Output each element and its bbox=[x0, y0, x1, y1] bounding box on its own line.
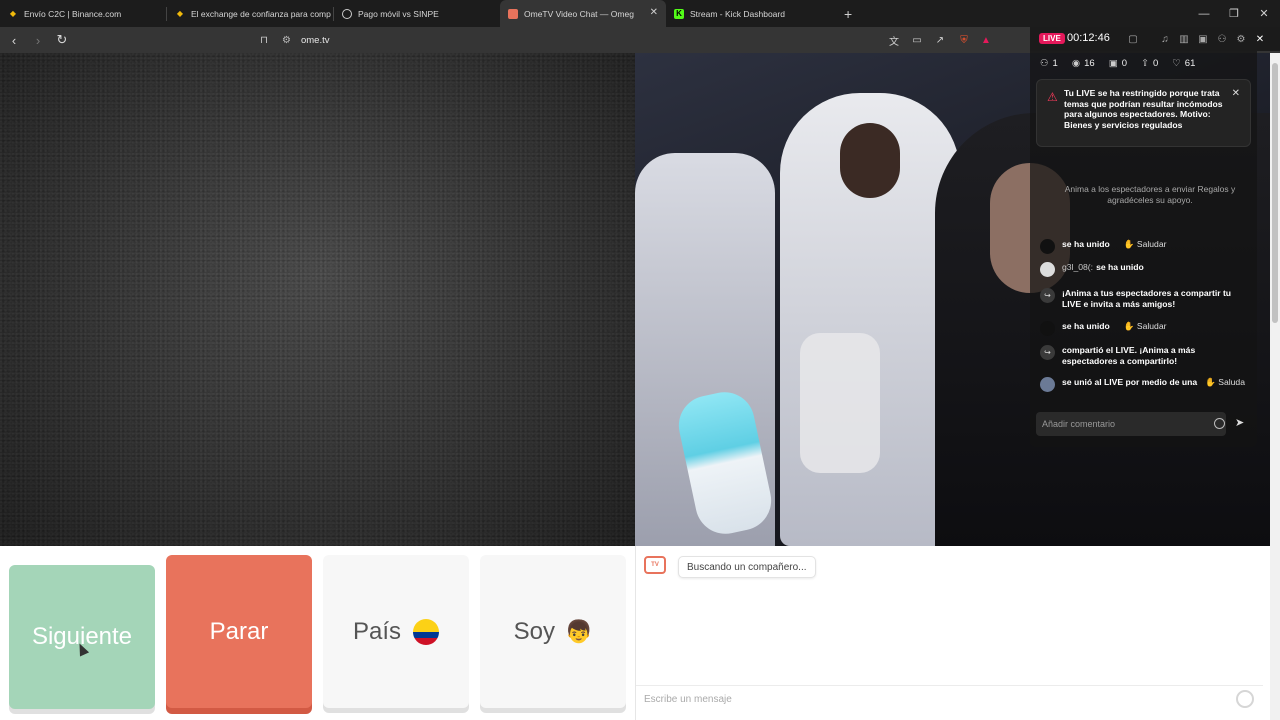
people-icon: ⚇ bbox=[1040, 58, 1049, 69]
tab-title: Envío C2C | Binance.com bbox=[24, 8, 122, 19]
tab-title: El exchange de confianza para comp bbox=[191, 8, 331, 19]
warning-icon: ⚠ bbox=[1047, 90, 1058, 104]
ometv-icon bbox=[508, 8, 518, 19]
close-window-icon[interactable]: ✕ bbox=[1248, 0, 1280, 27]
reload-icon[interactable]: ↻ bbox=[52, 30, 72, 50]
url-text: ome.tv bbox=[300, 34, 330, 46]
new-tab-button[interactable]: + bbox=[832, 6, 864, 22]
avatar bbox=[1040, 321, 1055, 336]
gender-label: Soy bbox=[513, 617, 555, 645]
minimize-icon[interactable]: — bbox=[1188, 0, 1220, 27]
tab-title: Stream - Kick Dashboard bbox=[690, 8, 785, 19]
music-icon[interactable]: ♫ bbox=[1158, 32, 1172, 46]
gift-icon: ▣ bbox=[1108, 58, 1118, 69]
person-center-face bbox=[840, 123, 900, 198]
share-icon: ↪ bbox=[1040, 345, 1055, 360]
feed-item: ↪ ¡Anima a tus espectadores a compartir … bbox=[1040, 288, 1255, 310]
wave-button[interactable]: ✋ Saludar bbox=[1124, 321, 1167, 332]
static-noise bbox=[0, 53, 635, 546]
boy-face-icon: 👦 bbox=[564, 618, 593, 644]
camera-icon[interactable]: ▢ bbox=[1126, 32, 1140, 46]
close-live-icon[interactable]: ✕ bbox=[1253, 32, 1267, 46]
bookmark-icon[interactable]: ⊓ bbox=[256, 32, 272, 48]
page-scrollbar[interactable] bbox=[1270, 53, 1280, 720]
people-icon[interactable]: ⚇ bbox=[1215, 32, 1229, 46]
country-label: País bbox=[352, 617, 402, 645]
country-button[interactable]: País bbox=[323, 555, 469, 708]
tab-binance-exchange[interactable]: ◆ El exchange de confianza para comp bbox=[167, 0, 333, 27]
feed-item: g3l_08(: se ha unido bbox=[1040, 262, 1255, 277]
plastic-bag bbox=[800, 333, 880, 473]
send-icon[interactable]: ➤ bbox=[1235, 416, 1244, 429]
feed-item: se unió al LIVE por medio de una ✋ Salud… bbox=[1040, 377, 1255, 392]
live-stats: ⚇ 1 ◉ 16 ▣ 0 ⇪ 0 ♡ 61 bbox=[1040, 58, 1195, 69]
feed-item: se ha unido ✋ Saludar bbox=[1040, 321, 1255, 336]
heart-icon: ♡ bbox=[1172, 58, 1181, 69]
live-timer: 00:12:46 bbox=[1067, 32, 1110, 44]
next-button[interactable]: Siguiente bbox=[9, 565, 155, 709]
tab-pago-movil[interactable]: Pago móvil vs SINPE bbox=[334, 0, 500, 27]
address-bar[interactable]: ⚙ ome.tv bbox=[282, 32, 329, 48]
close-tab-icon[interactable]: ✕ bbox=[650, 7, 658, 18]
gender-button[interactable]: Soy 👦 bbox=[480, 555, 626, 708]
avatar bbox=[1040, 262, 1055, 277]
stat-shares: ⇪ 0 bbox=[1140, 58, 1159, 69]
translate-icon[interactable]: 文 bbox=[886, 32, 902, 48]
emoji-icon[interactable] bbox=[1236, 690, 1254, 708]
share-icon[interactable]: ↗ bbox=[932, 32, 948, 48]
feed-item: ↪ compartió el LIVE. ¡Anima a más espect… bbox=[1040, 345, 1255, 367]
brave-shield-icon[interactable]: ⛨ bbox=[956, 32, 972, 48]
avatar bbox=[1040, 377, 1055, 392]
live-studio-overlay: LIVE 00:12:46 ▢ ♫ ▥ ▣ ⚇ ⚙ ✕ ⚇ 1 ◉ 16 ▣ 0 ⇪ 0… bbox=[1030, 27, 1280, 447]
binance-icon: ◆ bbox=[9, 9, 17, 18]
stop-button[interactable]: Parar bbox=[166, 555, 312, 708]
stat-joined: ⚇ 1 bbox=[1040, 58, 1058, 69]
partner-video-static bbox=[0, 53, 635, 546]
site-info-icon[interactable]: ⚙ bbox=[282, 35, 291, 46]
tab-ometv[interactable]: OmeTV Video Chat — Omeg ✕ bbox=[500, 0, 666, 27]
restriction-warning: ⚠ Tu LIVE se ha restringido porque trata… bbox=[1036, 79, 1251, 147]
share-icon: ↪ bbox=[1040, 288, 1055, 303]
live-badge: LIVE bbox=[1039, 33, 1065, 44]
colombia-flag-icon bbox=[413, 618, 440, 645]
searching-message: Buscando un compañero... bbox=[678, 556, 816, 578]
chat-panel: TV Buscando un compañero... Escribe un m… bbox=[635, 546, 1263, 720]
layout-icon[interactable]: ▥ bbox=[1177, 32, 1191, 46]
comment-input[interactable]: Añadir comentario bbox=[1036, 412, 1226, 436]
settings-icon[interactable]: ⚙ bbox=[1234, 32, 1248, 46]
feed-item: se ha unido ✋ Saludar bbox=[1040, 239, 1255, 254]
tab-kick-dashboard[interactable]: K Stream - Kick Dashboard bbox=[666, 0, 832, 27]
stop-label: Parar bbox=[209, 617, 269, 645]
stat-gifts: ▣ 0 bbox=[1108, 58, 1127, 69]
globe-icon bbox=[342, 8, 352, 19]
kick-icon: K bbox=[674, 8, 684, 19]
tab-title: OmeTV Video Chat — Omeg bbox=[524, 8, 634, 19]
tab-binance-c2c[interactable]: ◆ Envío C2C | Binance.com bbox=[0, 0, 166, 27]
wave-button[interactable]: ✋ Saludar bbox=[1124, 239, 1167, 250]
close-warning-icon[interactable]: ✕ bbox=[1232, 88, 1240, 99]
binance-icon: ◆ bbox=[176, 9, 184, 18]
stat-likes: ♡ 61 bbox=[1172, 58, 1196, 69]
emoji-icon[interactable] bbox=[1214, 418, 1225, 429]
eye-icon: ◉ bbox=[1071, 58, 1081, 69]
avatar bbox=[1040, 239, 1055, 254]
message-input[interactable]: Escribe un mensaje bbox=[636, 685, 1263, 713]
restore-icon[interactable]: ❐ bbox=[1218, 0, 1250, 27]
encourage-gifts-text: Anima a los espectadores a enviar Regalo… bbox=[1064, 184, 1236, 205]
share-icon: ⇪ bbox=[1140, 58, 1149, 69]
warning-text: Tu LIVE se ha restringido porque trata t… bbox=[1064, 88, 1223, 130]
back-icon[interactable]: ‹ bbox=[4, 30, 24, 50]
gift-icon[interactable]: ▣ bbox=[1196, 32, 1210, 46]
ometv-logo-icon: TV bbox=[644, 556, 666, 574]
live-header: LIVE 00:12:46 ▢ ♫ ▥ ▣ ⚇ ⚙ ✕ bbox=[1030, 27, 1280, 51]
cast-icon[interactable]: ▭ bbox=[909, 32, 925, 48]
brave-rewards-icon[interactable]: ▲ bbox=[978, 32, 994, 48]
forward-icon[interactable]: › bbox=[28, 30, 48, 50]
tab-title: Pago móvil vs SINPE bbox=[358, 8, 439, 19]
wave-button[interactable]: ✋ Saluda bbox=[1205, 377, 1245, 388]
stat-views: ◉ 16 bbox=[1071, 58, 1095, 69]
tab-strip: ◆ Envío C2C | Binance.com ◆ El exchange … bbox=[0, 0, 1280, 27]
scrollbar-thumb[interactable] bbox=[1272, 63, 1278, 323]
